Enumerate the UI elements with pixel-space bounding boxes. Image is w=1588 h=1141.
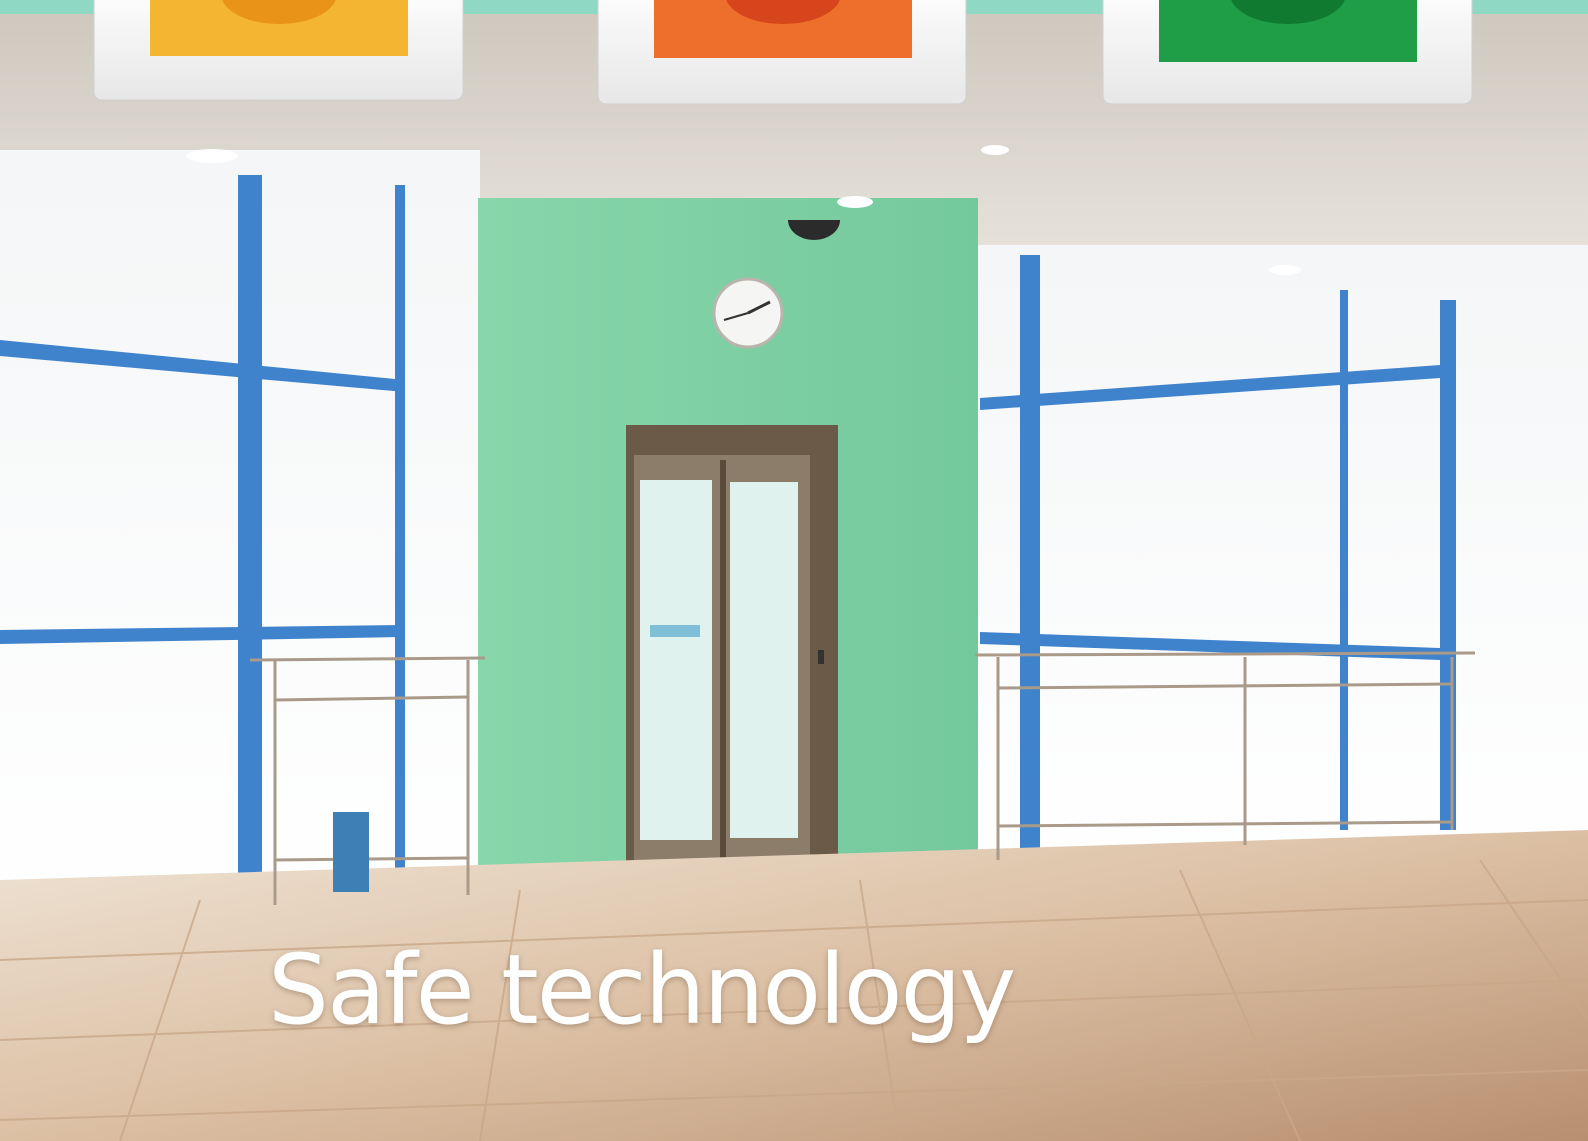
switch-tile-orange-yellow bbox=[93, 0, 464, 101]
caption-title: Safe technology bbox=[268, 934, 1016, 1046]
ceiling-light bbox=[981, 145, 1009, 155]
ceiling-light bbox=[1269, 265, 1301, 275]
trash-bin bbox=[333, 812, 369, 892]
switch-tile-green bbox=[1102, 0, 1473, 105]
right-window bbox=[975, 245, 1588, 865]
switch-tile-orange bbox=[597, 0, 967, 105]
wall-clock bbox=[712, 277, 784, 349]
ceiling-light bbox=[837, 196, 873, 208]
elevator bbox=[626, 425, 838, 865]
ceiling-light bbox=[186, 149, 238, 163]
